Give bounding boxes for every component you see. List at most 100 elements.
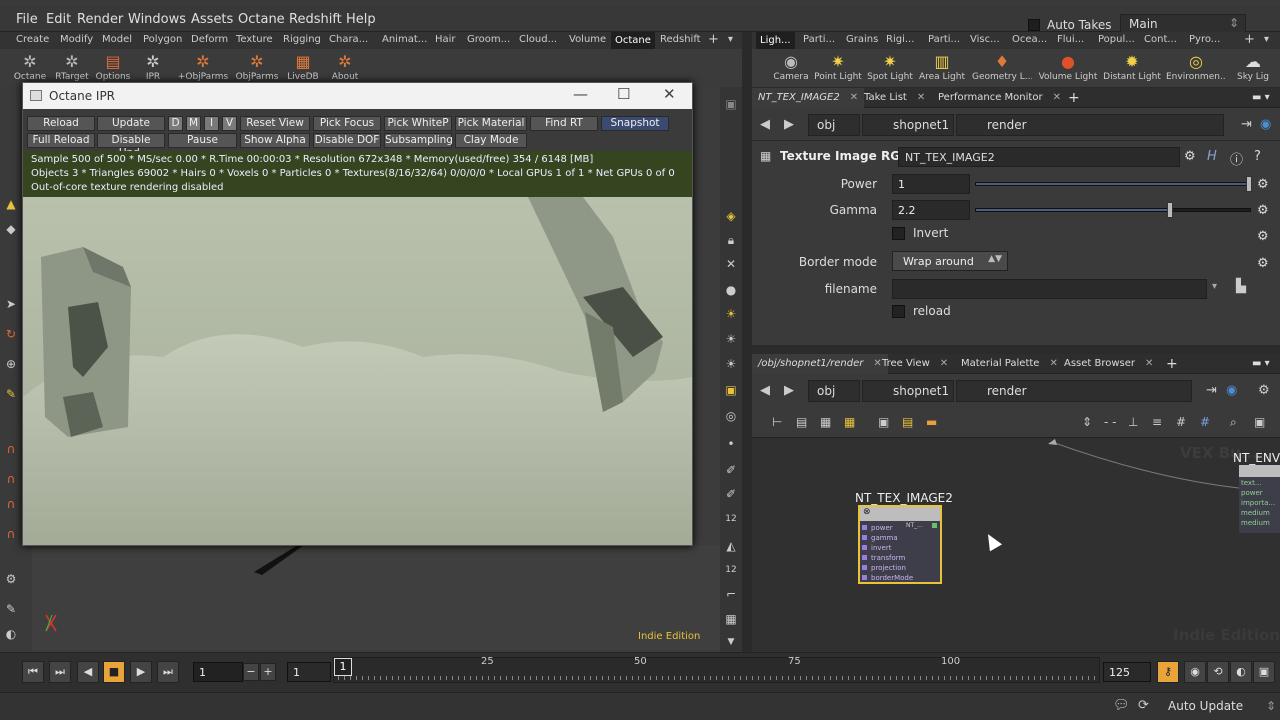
filename-field[interactable] xyxy=(892,279,1207,299)
stop-icon[interactable]: ■ xyxy=(103,661,125,683)
menu-render[interactable]: Render xyxy=(77,12,123,27)
close-icon[interactable]: ✕ xyxy=(917,92,925,103)
scale-tool-icon[interactable]: ⊕ xyxy=(4,357,18,371)
shelf-tab-lights[interactable]: Ligh... xyxy=(756,32,795,49)
render-preview[interactable] xyxy=(23,197,692,545)
shelf-tab[interactable]: Grains xyxy=(846,34,878,45)
light-icon[interactable]: ☀ xyxy=(724,357,738,371)
pen-icon[interactable]: ✐ xyxy=(724,463,738,477)
shelf-tab[interactable]: Pyro... xyxy=(1189,34,1220,45)
pane-divider[interactable] xyxy=(742,32,752,652)
start-frame-field[interactable]: 1 xyxy=(287,662,331,682)
frame-field[interactable]: 1 xyxy=(193,662,243,682)
tab-tree-view[interactable]: Tree View ✕ xyxy=(876,354,954,374)
stack-icon[interactable]: ≡ xyxy=(1152,415,1162,429)
minus-icon[interactable]: − xyxy=(243,663,259,681)
tab-nt-tex-image2[interactable]: NT_TEX_IMAGE2 ✕ xyxy=(752,88,865,108)
layout-icon[interactable]: ⊥ xyxy=(1128,415,1138,429)
shelf-tab[interactable]: Parti... xyxy=(803,34,835,45)
auto-takes-checkbox[interactable] xyxy=(1028,19,1040,31)
chevron-down-icon[interactable]: ▾ xyxy=(728,34,733,45)
m-button[interactable]: M xyxy=(186,116,201,131)
tab-material-palette[interactable]: Material Palette ✕ xyxy=(955,354,1064,374)
minimize-icon[interactable]: — xyxy=(573,85,588,103)
close-icon[interactable]: ✕ xyxy=(940,358,948,369)
current-frame-marker[interactable]: 1 xyxy=(334,658,352,676)
shelf-tab[interactable]: Parti... xyxy=(928,34,960,45)
add-tab-icon[interactable]: + xyxy=(1244,32,1255,47)
shelf-tab[interactable]: Cont... xyxy=(1144,34,1177,45)
border-mode-select[interactable]: Wrap around ▲▼ xyxy=(892,251,1008,271)
shelf-tab[interactable]: Ocea... xyxy=(1012,34,1047,45)
preview-icon[interactable]: ▣ xyxy=(1254,415,1265,429)
bucket-icon[interactable]: ◭ xyxy=(724,539,738,553)
shelf-tab[interactable]: Visc... xyxy=(970,34,1000,45)
grid-icon[interactable]: # xyxy=(1200,415,1210,429)
ghost-icon[interactable]: ✕ xyxy=(724,257,738,271)
network-box-icon[interactable]: ▬ xyxy=(926,415,937,429)
tab-network-path[interactable]: /obj/shopnet1/render ✕ xyxy=(752,354,888,374)
ipr-titlebar[interactable]: Octane IPR — ☐ ✕ xyxy=(23,83,692,109)
help-h-icon[interactable]: H xyxy=(1207,149,1217,164)
port-gamma[interactable]: gamma xyxy=(862,533,898,543)
light-icon[interactable]: ☀ xyxy=(724,307,738,321)
output-port[interactable] xyxy=(932,523,937,528)
shelf-tab[interactable]: Popul... xyxy=(1098,34,1135,45)
pointer-icon[interactable]: ➤ xyxy=(4,297,18,311)
info-icon[interactable]: ⓘ xyxy=(1230,149,1243,168)
help-icon[interactable]: ? xyxy=(1254,149,1261,164)
shelf-tab[interactable]: Rigging xyxy=(283,34,321,45)
port-invert[interactable]: invert xyxy=(862,543,891,553)
chat-icon[interactable]: 💬︎ xyxy=(1113,698,1130,713)
disable-dof-button[interactable]: Disable DOF xyxy=(313,133,381,148)
align-icon[interactable]: ⇕ xyxy=(1082,415,1092,429)
timeline-ruler[interactable]: 1 25 50 75 100 xyxy=(333,656,1100,683)
port[interactable]: medium xyxy=(1241,508,1270,518)
pick-focus-button[interactable]: Pick Focus xyxy=(313,116,381,131)
tool-environment-light[interactable]: ◎ Environmen... xyxy=(1166,49,1226,87)
back-arrow-icon[interactable]: ◀ xyxy=(760,117,770,132)
path-obj[interactable]: obj xyxy=(808,380,860,402)
ruler-icon[interactable]: ⌐ xyxy=(724,587,738,601)
texture-image-node[interactable]: ⊗ NT_... power gamma invert transform pr… xyxy=(858,505,942,584)
gear-icon[interactable]: ⚙ xyxy=(1257,256,1269,271)
display-icon[interactable]: ◐ xyxy=(4,627,18,641)
port[interactable]: power xyxy=(1241,488,1263,498)
pin-icon[interactable]: ⇥ xyxy=(1241,117,1252,132)
image-icon[interactable]: ▣ xyxy=(878,415,889,429)
shelf-tab[interactable]: Redshift xyxy=(660,34,701,45)
menu-file[interactable]: File xyxy=(16,12,38,27)
tool-sky-light[interactable]: ☁ Sky Lig xyxy=(1226,49,1280,87)
shelf-tab[interactable]: Texture xyxy=(236,34,273,45)
key-icon[interactable]: ⚷ xyxy=(1157,661,1179,683)
gear-icon[interactable]: ⚙ xyxy=(1184,149,1196,164)
gamma-field[interactable]: 2.2 xyxy=(892,200,970,220)
link-icon[interactable]: ◉ xyxy=(1260,117,1271,132)
paint-icon[interactable]: ✎ xyxy=(4,602,18,616)
port-projection[interactable]: projection xyxy=(862,563,906,573)
close-icon[interactable]: ✕ xyxy=(1145,358,1153,369)
port[interactable]: text... xyxy=(1241,478,1262,488)
maximize-icon[interactable]: ☐ xyxy=(617,85,630,103)
list-icon[interactable]: ▤ xyxy=(796,415,807,429)
move-tool-icon[interactable]: ◆ xyxy=(4,222,18,236)
sticky-note-icon[interactable]: ▤ xyxy=(902,415,913,429)
rotate-tool-icon[interactable]: ↻ xyxy=(4,327,18,341)
snap-icon[interactable]: ∩ xyxy=(4,472,18,486)
back-arrow-icon[interactable]: ◀ xyxy=(760,383,770,398)
add-tab-icon[interactable]: + xyxy=(1062,88,1086,108)
step-back-key-icon[interactable]: ⏭ xyxy=(49,661,71,683)
find-rt-button[interactable]: Find RT xyxy=(530,116,598,131)
grid-icon[interactable]: ▦ xyxy=(844,415,855,429)
reload-button[interactable]: Reload xyxy=(27,116,95,131)
display-options-icon[interactable]: ▣ xyxy=(724,383,738,397)
jump-start-icon[interactable]: ⏮ xyxy=(22,661,44,683)
path-shopnet1[interactable]: shopnet1 xyxy=(862,114,954,136)
tool-spot-light[interactable]: ✷ Spot Light xyxy=(860,49,920,87)
tool-distant-light[interactable]: ✹ Distant Light xyxy=(1102,49,1162,87)
menu-redshift[interactable]: Redshift xyxy=(289,12,342,27)
shelf-tab[interactable]: Cloud... xyxy=(519,34,557,45)
shelf-tab[interactable]: Groom... xyxy=(467,34,510,45)
settings-icon[interactable]: ▣ xyxy=(1253,661,1275,683)
close-icon[interactable]: ✕ xyxy=(663,85,676,103)
